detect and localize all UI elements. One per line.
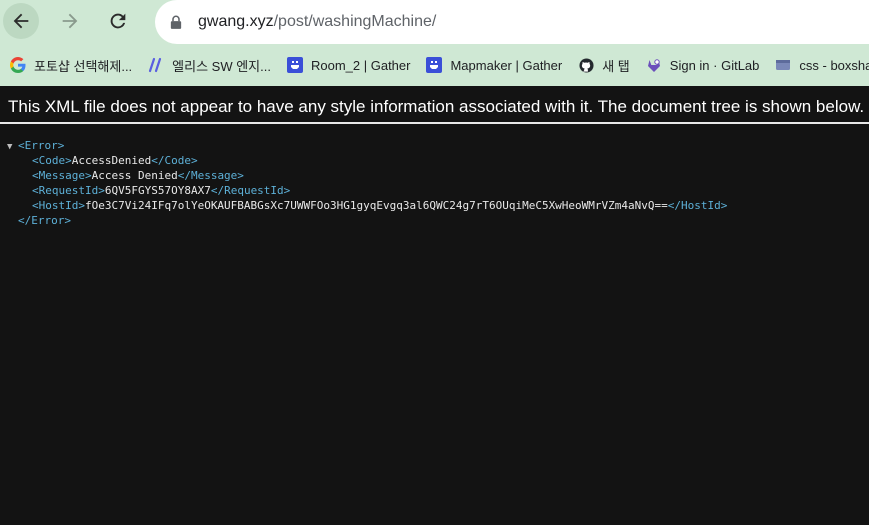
gather-icon (286, 57, 303, 73)
xml-close-tag: </Message> (177, 169, 244, 182)
xml-value: Access Denied (91, 169, 178, 182)
bookmark-photoshop[interactable]: 포토샵 선택해제... (0, 51, 142, 79)
xml-open-tag: <Code> (32, 154, 72, 167)
xml-element-code: <Code>AccessDenied</Code> (0, 153, 869, 168)
gitlab-icon (646, 57, 662, 73)
lock-icon[interactable] (170, 14, 184, 30)
github-icon (578, 57, 594, 73)
folder-icon (775, 57, 791, 73)
gather-icon (426, 57, 443, 73)
xml-root-open-line: ▼ <Error> (0, 138, 869, 153)
slashes-icon (148, 57, 164, 73)
bookmark-mapmaker-gather[interactable]: Mapmaker | Gather (420, 51, 572, 79)
reload-button[interactable] (100, 3, 136, 39)
xml-element-message: <Message>Access Denied</Message> (0, 168, 869, 183)
xml-style-notice: This XML file does not appear to have an… (0, 86, 869, 124)
xml-open-tag: <RequestId> (32, 184, 105, 197)
xml-open-tag: <HostId> (32, 199, 85, 212)
bookmark-label: Mapmaker | Gather (450, 57, 563, 73)
bookmark-label: 포토샵 선택해제... (34, 58, 133, 74)
xml-element-requestid: <RequestId>6QV5FGYS57OY8AX7</RequestId> (0, 183, 869, 198)
bookmark-label: Sign in · GitLab (669, 57, 760, 73)
xml-value: fOe3C7Vi24IFq7olYeOKAUFBABGsXc7UWWFOo3HG… (84, 199, 668, 212)
google-g-icon (10, 57, 26, 73)
page-content: This XML file does not appear to have an… (0, 86, 869, 525)
back-button[interactable] (3, 3, 39, 39)
xml-close-tag: </Error> (18, 214, 71, 227)
url-text: gwang.xyz/post/washingMachine/ (198, 13, 436, 31)
arrow-left-icon (13, 13, 29, 29)
xml-root-close-line: </Error> (0, 213, 869, 228)
xml-open-tag: <Error> (18, 139, 65, 152)
address-bar[interactable]: gwang.xyz/post/washingMachine/ (155, 0, 869, 44)
url-host: gwang.xyz (198, 13, 274, 30)
bookmark-new-tab[interactable]: 새 탭 (572, 51, 640, 79)
bookmark-label: css - boxshado (799, 57, 869, 73)
xml-close-tag: </HostId> (667, 199, 728, 212)
bookmark-label: 새 탭 (602, 58, 630, 74)
forward-button[interactable] (52, 3, 88, 39)
bookmark-elice[interactable]: 엘리스 SW 엔지... (142, 51, 281, 79)
browser-toolbar: gwang.xyz/post/washingMachine/ (0, 0, 869, 44)
xml-open-tag: <Message> (32, 169, 92, 182)
xml-close-tag: </RequestId> (210, 184, 291, 197)
bookmark-label: 엘리스 SW 엔지... (172, 58, 271, 74)
arrow-right-icon (62, 13, 78, 29)
url-path: /post/washingMachine/ (273, 13, 437, 30)
bookmarks-bar: 포토샵 선택해제... 엘리스 SW 엔지... Room_2 | Gather… (0, 44, 869, 86)
bookmark-css-boxshadow[interactable]: css - boxshado (769, 51, 869, 79)
xml-value: 6QV5FGYS57OY8AX7 (104, 184, 211, 197)
xml-tree: ▼ <Error> <Code>AccessDenied</Code> <Mess… (0, 138, 869, 228)
bookmark-gitlab[interactable]: Sign in · GitLab (640, 51, 770, 79)
xml-close-tag: </Code> (151, 154, 198, 167)
bookmark-room2-gather[interactable]: Room_2 | Gather (281, 51, 420, 79)
reload-icon (110, 13, 126, 29)
xml-value: AccessDenied (71, 154, 152, 167)
collapse-toggle-icon[interactable]: ▼ (7, 140, 18, 155)
xml-element-hostid: <HostId>fOe3C7Vi24IFq7olYeOKAUFBABGsXc7U… (0, 198, 869, 213)
bookmark-label: Room_2 | Gather (310, 57, 411, 73)
